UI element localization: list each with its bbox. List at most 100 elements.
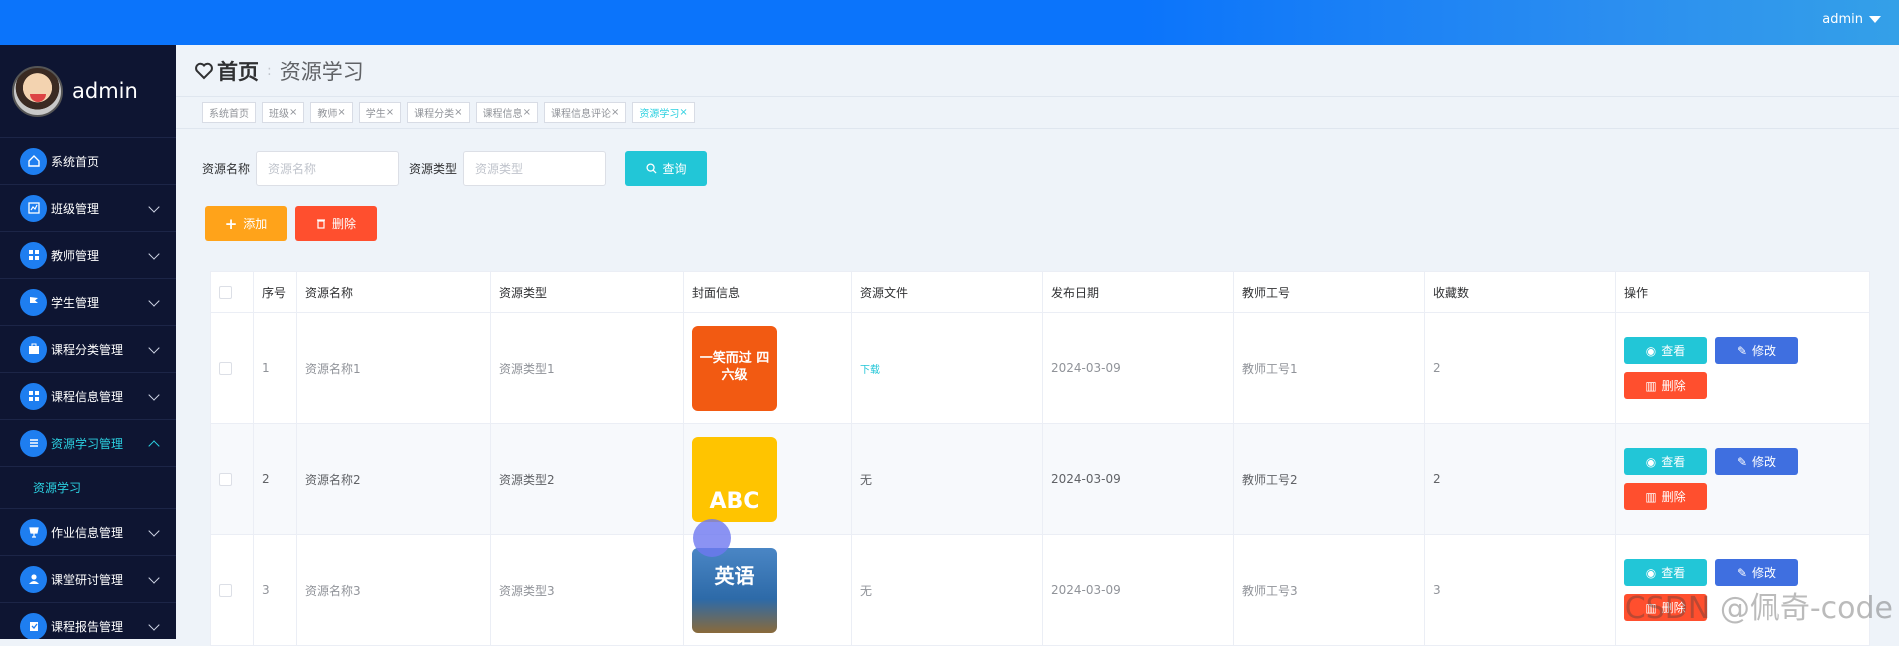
- cover-cell: ABC: [684, 424, 852, 535]
- column-header[interactable]: 序号: [254, 272, 297, 313]
- sidebar-item-student[interactable]: 学生管理: [0, 279, 176, 326]
- briefcase-icon: [20, 336, 47, 363]
- download-link[interactable]: 下载: [860, 365, 880, 376]
- sidebar-item-homework[interactable]: 作业信息管理: [0, 509, 176, 556]
- sidebar-menu: 系统首页 班级管理 教师管理 学生管理 课程分类管理 课程信息管理: [0, 138, 176, 639]
- table-row: 3 资源名称3 资源类型3 英语 无 2024-03-09 教师工号3 3 ◉查…: [211, 535, 1870, 646]
- close-icon[interactable]: ×: [337, 107, 345, 118]
- view-button[interactable]: ◉ 查看: [1624, 337, 1707, 364]
- column-header[interactable]: 教师工号: [1234, 272, 1425, 313]
- resource-type-input[interactable]: [463, 151, 606, 186]
- resource-name-input[interactable]: [256, 151, 399, 186]
- sidebar-item-resource[interactable]: 资源学习管理: [0, 420, 176, 467]
- sidebar-item-label: 课程报告管理: [51, 618, 123, 635]
- close-icon[interactable]: ×: [386, 107, 394, 118]
- close-icon[interactable]: ×: [679, 107, 687, 118]
- resource-name-label: 资源名称: [202, 160, 250, 177]
- column-header[interactable]: 收藏数: [1425, 272, 1616, 313]
- tag-label: 课程信息评论: [551, 105, 611, 120]
- sidebar-item-course-info[interactable]: 课程信息管理: [0, 373, 176, 420]
- edit-label: 修改: [1752, 342, 1776, 359]
- trash-icon: ▥: [1645, 379, 1656, 393]
- row-checkbox[interactable]: [219, 362, 232, 375]
- tag-student[interactable]: 学生×: [359, 102, 401, 123]
- profile-name: admin: [72, 79, 138, 103]
- edit-label: 修改: [1752, 453, 1776, 470]
- close-icon[interactable]: ×: [454, 107, 462, 118]
- grid-icon: [20, 383, 47, 410]
- eye-icon: ◉: [1646, 344, 1656, 358]
- tag-teacher[interactable]: 教师×: [310, 102, 352, 123]
- ops-cell: ◉ 查看 ✎修改 ▥删除: [1616, 313, 1870, 424]
- tag-course-category[interactable]: 课程分类×: [407, 102, 469, 123]
- sidebar-item-label: 课程信息管理: [51, 388, 123, 405]
- user-menu[interactable]: admin: [1822, 12, 1881, 27]
- column-header[interactable]: 封面信息: [684, 272, 852, 313]
- query-button-label: 查询: [663, 160, 687, 177]
- close-icon[interactable]: ×: [611, 107, 619, 118]
- column-header[interactable]: 发布日期: [1043, 272, 1234, 313]
- edit-button[interactable]: ✎修改: [1715, 559, 1798, 586]
- breadcrumb-home[interactable]: 首页: [217, 56, 259, 86]
- sidebar-subitem-resource-study[interactable]: 资源学习: [0, 467, 176, 509]
- resource-type-label: 资源类型: [409, 160, 457, 177]
- cover-image[interactable]: 一笑而过 四六级: [692, 326, 777, 411]
- sidebar-item-label: 资源学习管理: [51, 435, 123, 452]
- row-delete-button[interactable]: ▥删除: [1624, 372, 1707, 399]
- breadcrumb-separator: :: [267, 63, 272, 79]
- query-button[interactable]: 查询: [625, 151, 707, 186]
- tag-home[interactable]: 系统首页: [202, 102, 256, 123]
- tag-course-info[interactable]: 课程信息×: [476, 102, 538, 123]
- flag-icon: [20, 289, 47, 316]
- row-delete-button[interactable]: ▥删除: [1624, 483, 1707, 510]
- delete-button[interactable]: 删除: [295, 206, 377, 241]
- view-label: 查看: [1661, 342, 1685, 359]
- sidebar-item-home[interactable]: 系统首页: [0, 138, 176, 185]
- tag-course-comment[interactable]: 课程信息评论×: [544, 102, 626, 123]
- edit-button[interactable]: ✎修改: [1715, 337, 1798, 364]
- name-cell: 资源名称3: [297, 535, 491, 646]
- date-cell: 2024-03-09: [1043, 535, 1234, 646]
- row-checkbox[interactable]: [219, 473, 232, 486]
- chevron-down-icon: [148, 295, 159, 306]
- select-all-checkbox[interactable]: [219, 286, 232, 299]
- tag-resource-study[interactable]: 资源学习×: [632, 102, 694, 123]
- cover-cell: 一笑而过 四六级: [684, 313, 852, 424]
- index-cell: 3: [254, 535, 297, 646]
- table-header-row: 序号 资源名称 资源类型 封面信息 资源文件 发布日期 教师工号 收藏数 操作: [211, 272, 1870, 313]
- top-bar: admin: [0, 0, 1899, 45]
- sidebar-item-report[interactable]: 课程报告管理: [0, 603, 176, 639]
- chevron-down-icon: [148, 342, 159, 353]
- home-icon: [20, 148, 47, 175]
- cover-image[interactable]: ABC: [692, 437, 777, 522]
- edit-button[interactable]: ✎修改: [1715, 448, 1798, 475]
- close-icon[interactable]: ×: [289, 107, 297, 118]
- cover-image[interactable]: 英语: [692, 548, 777, 633]
- column-header[interactable]: 资源类型: [491, 272, 684, 313]
- profile: admin: [0, 45, 176, 138]
- view-button[interactable]: ◉查看: [1624, 559, 1707, 586]
- plus-icon: +: [225, 215, 238, 233]
- tag-label: 学生: [366, 105, 386, 120]
- sidebar-item-course-category[interactable]: 课程分类管理: [0, 326, 176, 373]
- tag-label: 资源学习: [639, 105, 679, 120]
- tag-class[interactable]: 班级×: [262, 102, 304, 123]
- select-all-cell: [211, 272, 254, 313]
- close-icon[interactable]: ×: [523, 107, 531, 118]
- view-button[interactable]: ◉查看: [1624, 448, 1707, 475]
- trash-icon: ▥: [1645, 490, 1656, 504]
- chevron-down-icon: [148, 619, 159, 630]
- sidebar-item-teacher[interactable]: 教师管理: [0, 232, 176, 279]
- row-checkbox[interactable]: [219, 584, 232, 597]
- column-header[interactable]: 资源名称: [297, 272, 491, 313]
- date-cell: 2024-03-09: [1043, 313, 1234, 424]
- chevron-down-icon: [148, 572, 159, 583]
- clipboard-icon: [20, 613, 47, 640]
- add-button[interactable]: + 添加: [205, 206, 287, 241]
- trash-icon: [316, 218, 326, 229]
- tag-label: 课程分类: [414, 105, 454, 120]
- table-row: 1 资源名称1 资源类型1 一笑而过 四六级 下载 2024-03-09 教师工…: [211, 313, 1870, 424]
- sidebar-item-discussion[interactable]: 课堂研讨管理: [0, 556, 176, 603]
- column-header[interactable]: 资源文件: [852, 272, 1043, 313]
- sidebar-item-class[interactable]: 班级管理: [0, 185, 176, 232]
